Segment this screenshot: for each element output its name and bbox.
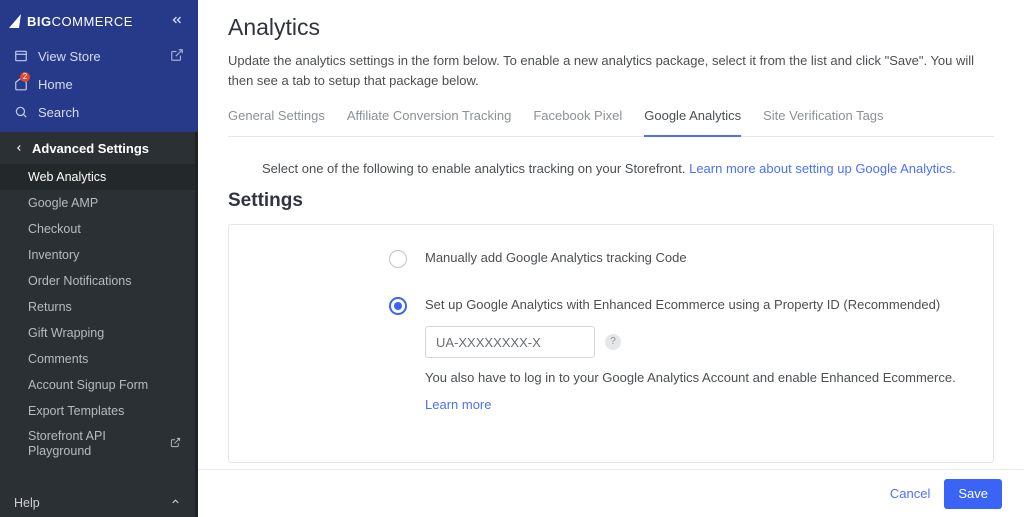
sidebar-item-label: Returns (28, 300, 72, 314)
tab-general-settings[interactable]: General Settings (228, 108, 325, 137)
sidebar-item-label: Checkout (28, 222, 81, 236)
sidebar-item-web-analytics[interactable]: Web Analytics (0, 164, 195, 190)
search-icon (14, 105, 28, 119)
tab-facebook-pixel[interactable]: Facebook Pixel (533, 108, 622, 137)
tab-affiliate-conversion-tracking[interactable]: Affiliate Conversion Tracking (347, 108, 512, 137)
learn-more-link[interactable]: Learn more (425, 397, 491, 412)
sidebar-item-google-amp[interactable]: Google AMP (0, 190, 195, 216)
sub-nav-list: Web Analytics Google AMP Checkout Inventory… (0, 164, 195, 487)
sidebar-item-label: Inventory (28, 248, 79, 262)
brand-row: BIGCOMMERCE (0, 0, 198, 42)
nav-home-label: Home (38, 77, 73, 92)
sidebar-item-comments[interactable]: Comments (0, 346, 195, 372)
page-title: Analytics (228, 14, 994, 41)
nav-search-label: Search (38, 105, 79, 120)
brand-name-left: BIG (27, 14, 52, 29)
main: Analytics Update the analytics settings … (198, 0, 1024, 517)
page-description: Update the analytics settings in the for… (228, 51, 994, 90)
settings-card: Manually add Google Analytics tracking C… (228, 224, 994, 463)
radio-manual[interactable] (389, 250, 407, 268)
nav-home[interactable]: 2 Home (0, 70, 198, 98)
cancel-button[interactable]: Cancel (890, 486, 930, 501)
sidebar-item-label: Account Signup Form (28, 378, 148, 392)
content: Analytics Update the analytics settings … (198, 0, 1024, 469)
tabs: General Settings Affiliate Conversion Tra… (228, 108, 994, 137)
chevron-left-icon (14, 143, 24, 153)
sidebar-item-label: Google AMP (28, 196, 98, 210)
sidebar-item-order-notifications[interactable]: Order Notifications (0, 268, 195, 294)
sidebar-item-label: Export Templates (28, 404, 124, 418)
brand-logo: BIGCOMMERCE (10, 14, 133, 29)
option-manual-label: Manually add Google Analytics tracking C… (425, 249, 965, 267)
sub-panel: Advanced Settings Web Analytics Google AM… (0, 132, 198, 517)
property-id-input[interactable] (425, 326, 595, 358)
sidebar-item-gift-wrapping[interactable]: Gift Wrapping (0, 320, 195, 346)
sub-panel-title: Advanced Settings (32, 141, 149, 156)
sidebar-item-inventory[interactable]: Inventory (0, 242, 195, 268)
sidebar-item-account-signup-form[interactable]: Account Signup Form (0, 372, 195, 398)
sidebar-item-returns[interactable]: Returns (0, 294, 195, 320)
nav-view-store-label: View Store (38, 49, 101, 64)
sidebar-item-label: Gift Wrapping (28, 326, 104, 340)
section-title: Settings (228, 190, 994, 212)
enhanced-note: You also have to log in to your Google A… (425, 370, 965, 385)
external-link-icon (170, 437, 181, 452)
settings-hint-text: Select one of the following to enable an… (262, 161, 689, 176)
radio-enhanced[interactable] (389, 297, 407, 315)
tab-site-verification-tags[interactable]: Site Verification Tags (763, 108, 883, 137)
brand-logo-icon (9, 14, 21, 28)
store-icon (14, 49, 28, 63)
collapse-sidebar-button[interactable] (170, 13, 184, 30)
option-enhanced-label: Set up Google Analytics with Enhanced Ec… (425, 296, 965, 314)
sidebar: BIGCOMMERCE View Store 2 Home Search (0, 0, 198, 517)
sidebar-item-export-templates[interactable]: Export Templates (0, 398, 195, 424)
help-toggle[interactable]: Help (0, 487, 195, 517)
sidebar-item-checkout[interactable]: Checkout (0, 216, 195, 242)
sidebar-item-label: Order Notifications (28, 274, 132, 288)
chevrons-left-icon (170, 13, 184, 27)
footer: Cancel Save (198, 469, 1024, 517)
sidebar-item-label: Comments (28, 352, 88, 366)
help-label: Help (14, 496, 40, 510)
external-link-icon (170, 48, 184, 65)
sidebar-item-storefront-api-playground[interactable]: Storefront API Playground (0, 424, 195, 464)
chevron-up-icon (170, 496, 181, 510)
sidebar-item-label: Storefront API Playground (28, 429, 166, 459)
top-nav: View Store 2 Home Search (0, 42, 198, 132)
save-button[interactable]: Save (944, 479, 1002, 509)
tab-google-analytics[interactable]: Google Analytics (644, 108, 741, 137)
nav-view-store[interactable]: View Store (0, 42, 198, 70)
home-badge: 2 (20, 72, 30, 82)
brand-name-right: COMMERCE (52, 14, 133, 29)
nav-search[interactable]: Search (0, 98, 198, 126)
sub-panel-header[interactable]: Advanced Settings (0, 132, 195, 164)
settings-hint-link[interactable]: Learn more about setting up Google Analy… (689, 161, 956, 176)
sidebar-item-label: Web Analytics (28, 170, 106, 184)
option-manual: Manually add Google Analytics tracking C… (389, 249, 965, 268)
option-enhanced: Set up Google Analytics with Enhanced Ec… (389, 296, 965, 412)
settings-hint: Select one of the following to enable an… (262, 161, 994, 176)
help-tooltip-icon[interactable]: ? (605, 334, 621, 350)
